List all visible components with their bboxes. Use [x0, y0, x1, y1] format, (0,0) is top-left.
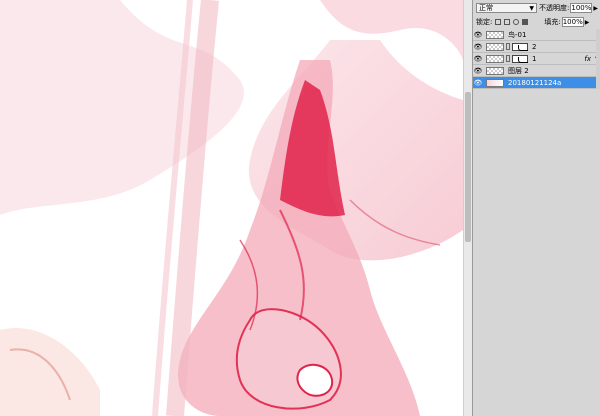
- layer-row[interactable]: 👁 1 fx ▼: [473, 53, 600, 65]
- layer-name: 1: [532, 54, 537, 63]
- opacity-label: 不透明度:: [539, 4, 570, 12]
- eye-icon[interactable]: 👁: [473, 43, 483, 51]
- layer-name: 鸟-01: [508, 30, 527, 39]
- layer-name: 20180121124a: [508, 78, 562, 87]
- layer-thumbnail: [486, 54, 504, 63]
- eye-icon[interactable]: 👁: [473, 55, 483, 63]
- layer-row[interactable]: 👁 图层 2: [473, 65, 600, 77]
- eye-icon[interactable]: 👁: [473, 31, 483, 39]
- layer-mask-thumbnail[interactable]: [512, 54, 528, 63]
- link-icon[interactable]: [506, 55, 510, 62]
- scrollbar-thumb[interactable]: [465, 92, 471, 242]
- lock-label: 锁定:: [476, 18, 493, 26]
- fill-dropdown-icon[interactable]: ▶: [585, 19, 590, 26]
- eye-icon[interactable]: 👁: [473, 79, 483, 87]
- layer-row-selected[interactable]: 👁 20180121124a: [473, 77, 600, 89]
- lock-position-icon[interactable]: [513, 19, 520, 25]
- ink-artwork: [0, 0, 463, 416]
- lock-all-icon[interactable]: [522, 19, 529, 25]
- layer-thumbnail: [486, 66, 504, 75]
- canvas-vertical-scrollbar[interactable]: [463, 0, 472, 416]
- layer-mask-thumbnail[interactable]: [512, 42, 528, 51]
- blend-opacity-row: 正常 ▼ 不透明度: 100% ▶: [473, 1, 600, 15]
- document-canvas[interactable]: [0, 0, 463, 416]
- layer-thumbnail: [486, 78, 504, 87]
- lock-transparent-icon[interactable]: [495, 19, 502, 25]
- layer-thumbnail: [486, 30, 504, 39]
- layer-name: 2: [532, 42, 537, 51]
- fill-input[interactable]: 100%: [561, 17, 584, 27]
- opacity-input[interactable]: 100%: [570, 3, 593, 13]
- layer-thumbnail: [486, 42, 504, 51]
- lock-fill-row: 锁定: 填充: 100% ▶: [473, 15, 600, 29]
- chevron-down-icon: ▼: [529, 4, 535, 12]
- opacity-dropdown-icon[interactable]: ▶: [593, 5, 598, 12]
- blend-mode-value: 正常: [479, 4, 493, 12]
- link-icon[interactable]: [506, 43, 510, 50]
- layer-row[interactable]: 👁 鸟-01: [473, 29, 600, 41]
- layers-panel: 正常 ▼ 不透明度: 100% ▶ 锁定: 填充: 100% ▶ 👁 鸟-01 …: [472, 0, 600, 416]
- lock-pixels-icon[interactable]: [504, 19, 511, 25]
- layers-list: 👁 鸟-01 👁 2 👁 1 fx ▼ 👁 图层 2 👁: [473, 29, 600, 89]
- fill-label: 填充:: [544, 18, 561, 26]
- blend-mode-select[interactable]: 正常 ▼: [476, 3, 538, 13]
- layer-row[interactable]: 👁 2: [473, 41, 600, 53]
- fx-icon[interactable]: fx: [584, 55, 591, 63]
- eye-icon[interactable]: 👁: [473, 67, 483, 75]
- layers-scrollbar[interactable]: [596, 29, 600, 89]
- layer-name: 图层 2: [508, 66, 529, 75]
